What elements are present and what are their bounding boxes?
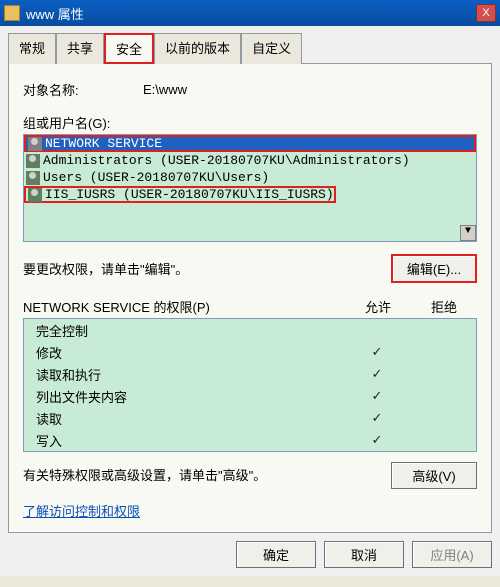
tab-previous-versions[interactable]: 以前的版本: [154, 33, 241, 64]
group-icon: [26, 171, 40, 185]
perm-row-modify: 修改 ✓: [24, 341, 476, 363]
object-value: E:\www: [143, 82, 187, 97]
advanced-row: 有关特殊权限或高级设置，请单击"高级"。 高级(V): [23, 462, 477, 489]
group-item-label: Users (USER-20180707KU\Users): [43, 170, 269, 185]
perm-header: NETWORK SERVICE 的权限(P) 允许 拒绝: [23, 297, 477, 316]
help-link[interactable]: 了解访问控制和权限: [23, 504, 140, 519]
perm-row-write: 写入 ✓: [24, 429, 476, 451]
scroll-down-button[interactable]: ▼: [460, 225, 476, 241]
group-item-label: Administrators (USER-20180707KU\Administ…: [43, 153, 410, 168]
perm-name: 完全控制: [36, 321, 344, 340]
advanced-hint: 有关特殊权限或高级设置，请单击"高级"。: [23, 467, 391, 485]
groups-label: 组或用户名(G):: [23, 113, 477, 132]
dialog-buttons: 确定 取消 应用(A): [8, 533, 492, 568]
titlebar: www 属性 X: [0, 0, 500, 26]
perm-col-deny: 拒绝: [411, 297, 477, 316]
group-icon: [26, 154, 40, 168]
object-row: 对象名称: E:\www: [23, 80, 477, 99]
permission-list[interactable]: 完全控制 修改 ✓ 读取和执行 ✓ 列出文件夹内容 ✓ 读取 ✓: [23, 318, 477, 452]
perm-name: 列出文件夹内容: [36, 387, 344, 406]
tab-security[interactable]: 安全: [104, 33, 154, 64]
tab-custom[interactable]: 自定义: [241, 33, 302, 64]
group-item-network-service[interactable]: NETWORK SERVICE: [24, 135, 476, 152]
group-item-label: IIS_IUSRS (USER-20180707KU\IIS_IUSRS): [45, 187, 334, 202]
group-item-administrators[interactable]: Administrators (USER-20180707KU\Administ…: [24, 152, 476, 169]
advanced-button[interactable]: 高级(V): [391, 462, 477, 489]
group-item-users[interactable]: Users (USER-20180707KU\Users): [24, 169, 476, 186]
group-item-label: NETWORK SERVICE: [45, 136, 162, 151]
security-pane: 对象名称: E:\www 组或用户名(G): NETWORK SERVICE A…: [8, 64, 492, 533]
perm-allow: ✓: [344, 388, 410, 404]
edit-button[interactable]: 编辑(E)...: [391, 254, 477, 283]
perm-allow: ✓: [344, 432, 410, 448]
tab-sharing[interactable]: 共享: [56, 33, 104, 64]
perm-name: 修改: [36, 343, 344, 362]
window-title: www 属性: [26, 4, 476, 23]
perm-row-read: 读取 ✓: [24, 407, 476, 429]
perm-allow: ✓: [344, 410, 410, 426]
perm-name: 写入: [36, 431, 344, 450]
perm-name: 读取: [36, 409, 344, 428]
folder-icon: [4, 5, 20, 21]
ok-button[interactable]: 确定: [236, 541, 316, 568]
apply-button[interactable]: 应用(A): [412, 541, 492, 568]
close-button[interactable]: X: [476, 4, 496, 22]
edit-hint: 要更改权限，请单击"编辑"。: [23, 259, 391, 278]
perm-name: 读取和执行: [36, 365, 344, 384]
perm-row-full-control: 完全控制: [24, 319, 476, 341]
perm-allow: ✓: [344, 366, 410, 382]
perm-allow: ✓: [344, 344, 410, 360]
tab-general[interactable]: 常规: [8, 33, 56, 64]
perm-row-list-contents: 列出文件夹内容 ✓: [24, 385, 476, 407]
user-icon: [28, 137, 42, 151]
group-icon: [28, 188, 42, 202]
perm-row-read-execute: 读取和执行 ✓: [24, 363, 476, 385]
group-item-iis-iusrs[interactable]: IIS_IUSRS (USER-20180707KU\IIS_IUSRS): [24, 186, 336, 203]
group-list[interactable]: NETWORK SERVICE Administrators (USER-201…: [23, 134, 477, 242]
tab-bar: 常规 共享 安全 以前的版本 自定义: [8, 32, 492, 64]
edit-row: 要更改权限，请单击"编辑"。 编辑(E)...: [23, 254, 477, 283]
cancel-button[interactable]: 取消: [324, 541, 404, 568]
perm-col-allow: 允许: [345, 297, 411, 316]
perm-header-label: NETWORK SERVICE 的权限(P): [23, 297, 345, 316]
object-label: 对象名称:: [23, 80, 143, 99]
